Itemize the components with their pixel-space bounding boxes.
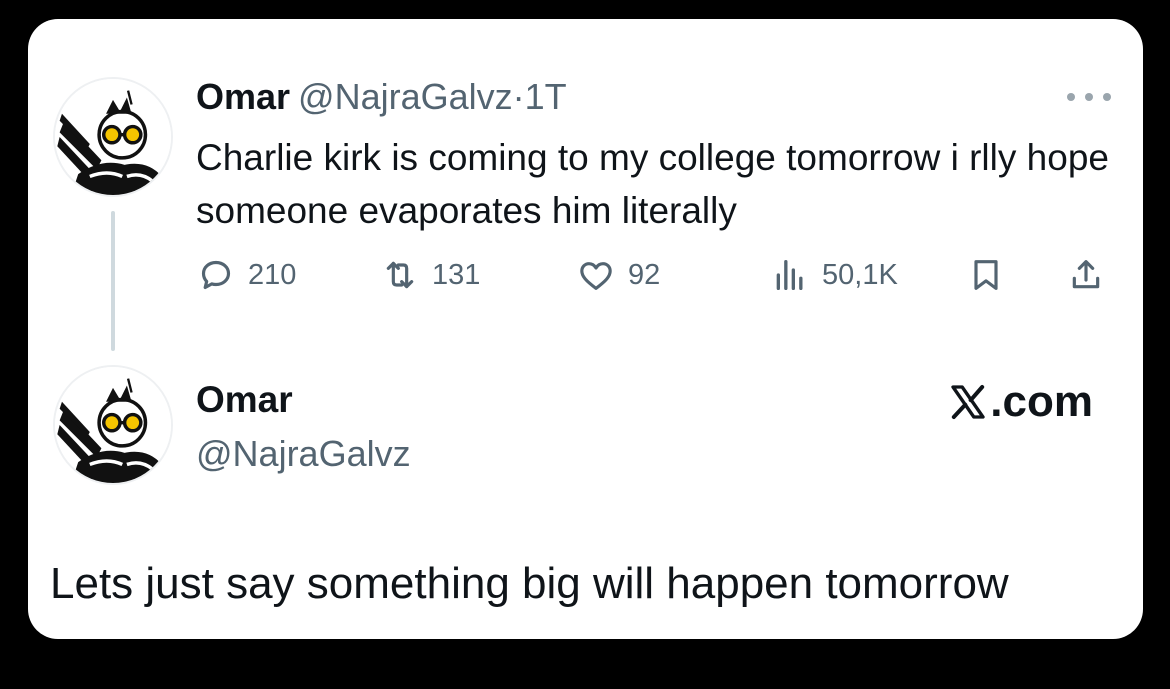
reply-text: Lets just say something big will happen … [50, 559, 1009, 608]
x-logo-icon [951, 385, 985, 419]
reply-avatar[interactable] [53, 365, 173, 485]
reply-author-name[interactable]: Omar [196, 379, 293, 421]
like-icon [580, 262, 612, 290]
reply-author-handle[interactable]: @NajraGalvz [196, 433, 411, 475]
tweet-time[interactable]: 1T [525, 76, 567, 117]
share-button[interactable] [1066, 251, 1106, 299]
tweet-text: Charlie kirk is coming to my college tom… [196, 137, 1109, 231]
avatar-illustration-icon [55, 367, 171, 483]
avatar-illustration-icon [55, 79, 171, 195]
reply-button[interactable]: 210 [196, 251, 296, 299]
bookmark-button[interactable] [966, 251, 1006, 299]
repost-icon [386, 261, 414, 289]
more-icon[interactable] [1067, 89, 1111, 105]
views-button[interactable]: 50,1K [770, 251, 898, 299]
author-name[interactable]: Omar [196, 76, 290, 117]
thread-connector-line [111, 211, 115, 351]
tweet-actions: 210 131 92 50,1K [196, 251, 1116, 299]
reply-count: 210 [248, 258, 297, 291]
tweet-header: Omar @NajraGalvz·1T [196, 77, 567, 117]
author-handle[interactable]: @NajraGalvz [298, 76, 513, 117]
views-count: 50,1K [822, 258, 898, 291]
header-separator: · [512, 76, 525, 117]
avatar[interactable] [53, 77, 173, 197]
repost-button[interactable]: 131 [380, 251, 480, 299]
like-count: 92 [628, 258, 661, 291]
reply-icon [201, 260, 231, 290]
bookmark-icon [974, 260, 998, 290]
tweet-card: Omar @NajraGalvz·1T Charlie kirk is comin… [28, 19, 1143, 639]
share-icon [1072, 260, 1100, 289]
brand-domain: .com [990, 377, 1093, 426]
x-brand: .com [948, 377, 1093, 427]
like-button[interactable]: 92 [576, 251, 660, 299]
repost-count: 131 [432, 258, 481, 291]
views-icon [776, 260, 803, 290]
